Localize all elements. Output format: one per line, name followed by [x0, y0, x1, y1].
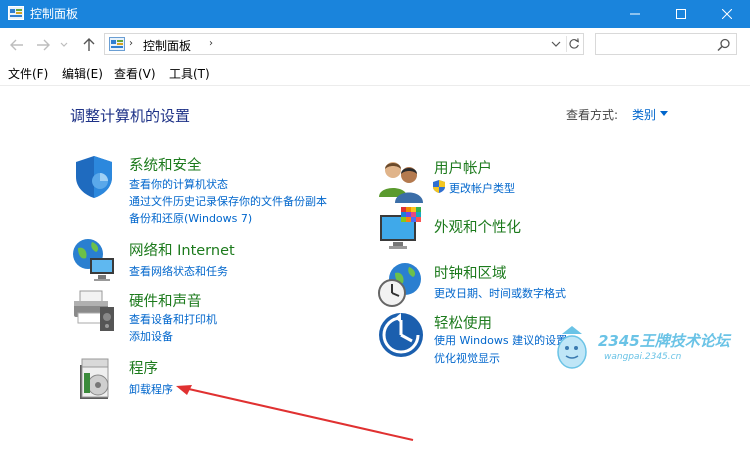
window-title: 控制面板: [30, 7, 79, 21]
users-icon[interactable]: [377, 157, 425, 205]
control-panel-icon: [8, 6, 24, 20]
up-button[interactable]: [80, 36, 98, 54]
minimize-button[interactable]: [612, 0, 658, 28]
forward-button[interactable]: [34, 36, 52, 54]
category-user-accounts[interactable]: 用户帐户: [434, 157, 492, 178]
menu-view[interactable]: 查看(V): [114, 66, 156, 82]
category-clock-region[interactable]: 时钟和区域: [434, 262, 507, 283]
watermark-text: 2345王牌技术论坛: [598, 332, 730, 350]
recent-locations-button[interactable]: [58, 36, 70, 54]
link-view-computer-status[interactable]: 查看你的计算机状态: [129, 176, 228, 192]
link-add-device[interactable]: 添加设备: [129, 328, 173, 344]
search-box[interactable]: [595, 33, 737, 55]
category-network-internet[interactable]: 网络和 Internet: [129, 239, 235, 260]
annotation-arrow-icon: [176, 385, 414, 441]
back-arrow-icon: [10, 39, 23, 51]
category-programs[interactable]: 程序: [129, 357, 158, 378]
back-button[interactable]: [8, 36, 26, 54]
address-bar[interactable]: › 控制面板 ›: [104, 33, 584, 55]
chevron-down-icon: [60, 42, 68, 47]
minimize-icon: [630, 13, 640, 15]
programs-icon[interactable]: [74, 355, 122, 403]
main-content: 调整计算机的设置 查看方式: 类别 系统和安全 查看你的计算机状态 通过文件历史…: [0, 87, 750, 467]
address-dropdown-icon[interactable]: [549, 37, 563, 51]
category-ease-of-access[interactable]: 轻松使用: [434, 312, 492, 333]
link-change-account-type[interactable]: 更改帐户类型: [449, 180, 515, 196]
breadcrumb-separator-icon[interactable]: ›: [209, 38, 213, 49]
link-backup-restore[interactable]: 备份和还原(Windows 7): [129, 210, 252, 226]
link-uninstall-program[interactable]: 卸载程序: [129, 381, 173, 397]
link-recommended-settings[interactable]: 使用 Windows 建议的设置: [434, 332, 567, 348]
category-appearance[interactable]: 外观和个性化: [434, 216, 521, 237]
link-change-date-time-format[interactable]: 更改日期、时间或数字格式: [434, 285, 566, 301]
close-button[interactable]: [704, 0, 750, 28]
ease-of-access-icon[interactable]: [377, 311, 425, 359]
close-icon: [722, 9, 732, 19]
printer-icon[interactable]: [70, 287, 118, 335]
watermark-subtext: wangpai.2345.cn: [604, 352, 682, 362]
link-file-history[interactable]: 通过文件历史记录保存你的文件备份副本: [129, 193, 327, 209]
menu-tools[interactable]: 工具(T): [169, 66, 210, 82]
title-bar: 控制面板: [0, 0, 750, 28]
page-title: 调整计算机的设置: [70, 107, 191, 125]
search-input[interactable]: [600, 36, 712, 52]
up-arrow-icon: [83, 38, 95, 51]
clock-globe-icon[interactable]: [377, 261, 425, 309]
breadcrumb-separator-icon[interactable]: ›: [129, 38, 133, 49]
chevron-down-icon[interactable]: [660, 111, 668, 116]
refresh-icon[interactable]: [566, 36, 582, 52]
monitor-palette-icon[interactable]: [377, 205, 425, 253]
shield-icon[interactable]: [70, 153, 118, 201]
search-icon[interactable]: [716, 37, 732, 53]
breadcrumb[interactable]: 控制面板: [143, 37, 191, 54]
menu-file[interactable]: 文件(F): [8, 66, 48, 82]
address-row: › 控制面板 ›: [0, 28, 750, 62]
category-hardware-sound[interactable]: 硬件和声音: [129, 290, 202, 311]
link-optimize-visual-display[interactable]: 优化视觉显示: [434, 350, 500, 366]
forward-arrow-icon: [37, 39, 50, 51]
view-by-label: 查看方式:: [566, 108, 619, 122]
maximize-icon: [676, 9, 686, 19]
menu-bar: 文件(F) 编辑(E) 查看(V) 工具(T): [0, 62, 750, 86]
maximize-button[interactable]: [658, 0, 704, 28]
category-system-security[interactable]: 系统和安全: [129, 154, 202, 175]
menu-edit[interactable]: 编辑(E): [62, 66, 103, 82]
link-devices-printers[interactable]: 查看设备和打印机: [129, 311, 217, 327]
control-panel-icon: [109, 37, 125, 51]
uac-shield-icon: [433, 180, 445, 193]
link-network-status[interactable]: 查看网络状态和任务: [129, 263, 228, 279]
network-globe-icon[interactable]: [70, 236, 118, 284]
view-by-dropdown[interactable]: 类别: [632, 106, 656, 123]
